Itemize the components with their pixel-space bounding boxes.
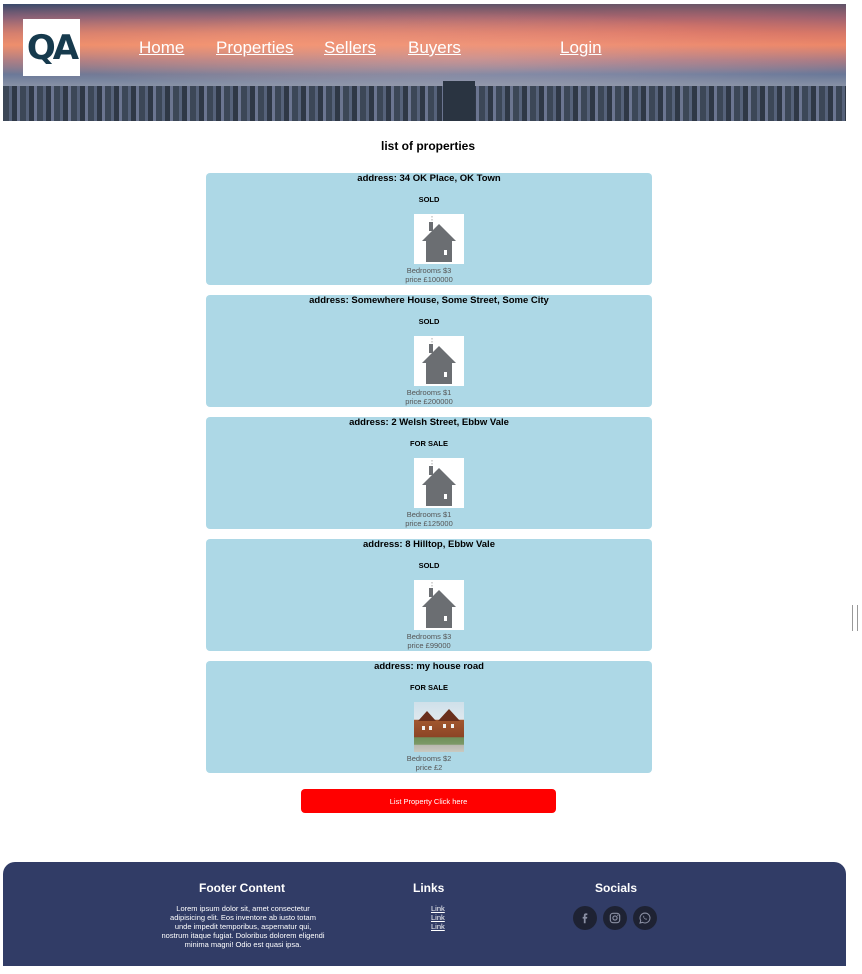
footer-link[interactable]: Link — [431, 913, 445, 922]
property-card[interactable]: address: 8 Hilltop, Ebbw Vale SOLD Bedro… — [206, 539, 652, 651]
property-bedrooms: Bedrooms $3 — [406, 266, 452, 275]
property-address: address: my house road — [374, 661, 484, 672]
property-image[interactable] — [414, 336, 464, 386]
facebook-button[interactable] — [573, 906, 597, 930]
scrollbar-handle[interactable] — [852, 605, 858, 631]
scrollbar-track[interactable] — [846, 0, 862, 974]
city-skyline — [3, 86, 846, 121]
property-bedrooms: Bedrooms $1 — [406, 510, 452, 519]
property-card[interactable]: address: 34 OK Place, OK Town SOLD Bedro… — [206, 173, 652, 285]
property-address: address: Somewhere House, Some Street, S… — [309, 295, 549, 306]
property-status: SOLD — [418, 195, 440, 204]
logo-text: QA — [26, 27, 79, 68]
photo-roof — [438, 709, 460, 721]
footer-link[interactable]: Link — [431, 904, 445, 913]
property-price: price £100000 — [405, 275, 453, 284]
property-card[interactable]: address: my house road FOR SALE Bedrooms… — [206, 661, 652, 773]
nav-home-link[interactable]: Home — [139, 38, 184, 58]
property-address: address: 2 Welsh Street, Ebbw Vale — [349, 417, 509, 428]
photo-roof — [418, 711, 436, 721]
house-photo — [414, 702, 464, 752]
property-status: SOLD — [418, 317, 440, 326]
property-bedrooms: Bedrooms $1 — [406, 388, 452, 397]
property-status: FOR SALE — [410, 683, 448, 692]
nav-login-link[interactable]: Login — [560, 38, 602, 58]
property-status: FOR SALE — [410, 439, 448, 448]
property-image[interactable] — [414, 580, 464, 630]
page-heading: list of properties — [380, 139, 475, 153]
footer-socials-title: Socials — [595, 881, 638, 895]
footer-link[interactable]: Link — [431, 922, 445, 931]
property-bedrooms: Bedrooms $3 — [406, 632, 452, 641]
property-image[interactable] — [414, 702, 464, 752]
instagram-button[interactable] — [603, 906, 627, 930]
property-price: price £2 — [415, 763, 443, 772]
property-bedrooms: Bedrooms $2 — [406, 754, 452, 763]
nav-buyers-link[interactable]: Buyers — [408, 38, 461, 58]
property-address: address: 8 Hilltop, Ebbw Vale — [363, 539, 495, 550]
header-banner: QA Home Properties Sellers Buyers Login — [3, 4, 846, 121]
photo-window — [443, 724, 446, 728]
house-icon — [422, 338, 456, 384]
property-price: price £200000 — [405, 397, 453, 406]
footer-links-title: Links — [413, 881, 445, 895]
house-icon — [422, 460, 456, 506]
property-address: address: 34 OK Place, OK Town — [357, 173, 501, 184]
list-property-button[interactable]: List Property Click here — [301, 789, 556, 813]
property-status: SOLD — [418, 561, 440, 570]
facebook-icon — [582, 913, 588, 924]
property-card[interactable]: address: Somewhere House, Some Street, S… — [206, 295, 652, 407]
property-image[interactable] — [414, 458, 464, 508]
photo-window — [451, 724, 454, 728]
house-icon — [422, 582, 456, 628]
footer-content-text: Lorem ipsum dolor sit, amet consectetur … — [161, 904, 325, 949]
instagram-icon — [609, 912, 621, 924]
nav-sellers-link[interactable]: Sellers — [324, 38, 376, 58]
property-price: price £125000 — [405, 519, 453, 528]
property-price: price £99000 — [407, 641, 451, 650]
photo-window — [422, 726, 425, 730]
skyline-tower — [443, 81, 475, 121]
footer-content-title: Footer Content — [199, 881, 285, 895]
whatsapp-button[interactable] — [633, 906, 657, 930]
property-card[interactable]: address: 2 Welsh Street, Ebbw Vale FOR S… — [206, 417, 652, 529]
footer: Footer Content Lorem ipsum dolor sit, am… — [3, 862, 846, 966]
property-image[interactable] — [414, 214, 464, 264]
house-icon — [422, 216, 456, 262]
page: QA Home Properties Sellers Buyers Login … — [3, 4, 846, 966]
photo-window — [429, 726, 432, 730]
logo[interactable]: QA — [23, 19, 80, 76]
whatsapp-icon — [639, 912, 651, 924]
nav-properties-link[interactable]: Properties — [216, 38, 293, 58]
